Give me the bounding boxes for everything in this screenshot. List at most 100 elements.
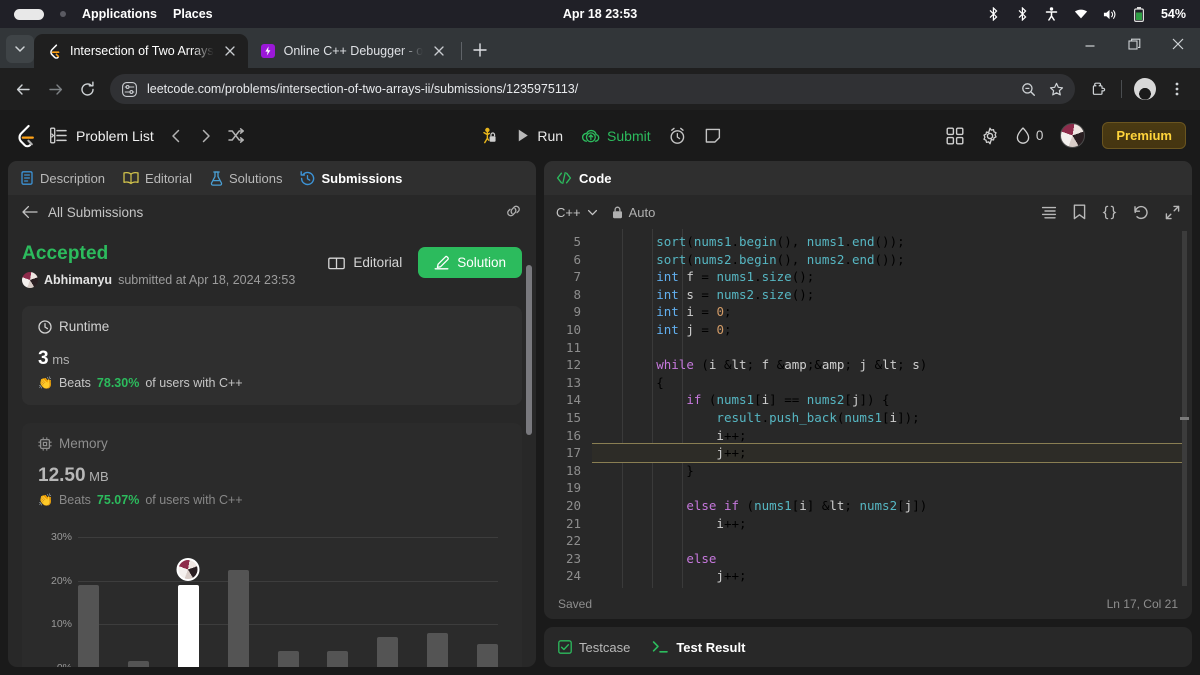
chart-bar[interactable]: [277, 650, 299, 667]
code-line[interactable]: int j = 0;: [592, 321, 1192, 339]
code-line[interactable]: }: [592, 462, 1192, 480]
tab-solutions[interactable]: Solutions: [210, 171, 282, 186]
code-editor[interactable]: 5 6 78 910 11 1213 1415 16 1718 1920 21 2223 2425 so…: [544, 229, 1192, 588]
coins-indicator[interactable]: 0: [1016, 127, 1043, 144]
chevron-right-icon[interactable]: [198, 128, 214, 144]
code-scrollbar[interactable]: [1180, 231, 1189, 586]
code-line[interactable]: result.push_back(nums1[i]);: [592, 409, 1192, 427]
close-icon[interactable]: [222, 43, 238, 59]
leetcode-logo[interactable]: [14, 124, 36, 148]
problem-list-label[interactable]: Problem List: [76, 128, 154, 144]
code-line[interactable]: int s = nums2.size();: [592, 286, 1192, 304]
scrollbar-thumb[interactable]: [526, 265, 532, 435]
reset-icon[interactable]: [1133, 205, 1149, 220]
tab-description[interactable]: Description: [20, 171, 105, 186]
editorial-button[interactable]: Editorial: [328, 255, 402, 270]
submit-button[interactable]: Submit: [581, 128, 651, 144]
tab-editorial[interactable]: Editorial: [123, 171, 192, 186]
tab-test-result[interactable]: Test Result: [652, 640, 745, 655]
site-settings-icon[interactable]: [122, 81, 137, 97]
chart-bar[interactable]: [477, 643, 498, 667]
line-number: 5: [573, 234, 581, 249]
chart-bar[interactable]: [227, 569, 249, 667]
code-line[interactable]: while (i &lt; f &amp;&amp; j &lt; s): [592, 356, 1192, 374]
minimize-button[interactable]: [1068, 28, 1112, 60]
chart-bar[interactable]: [176, 558, 200, 667]
solution-button[interactable]: Solution: [418, 247, 522, 278]
editorial-label: Editorial: [353, 255, 403, 270]
bookmark-star-icon[interactable]: [1043, 76, 1069, 102]
browser-tab-debugger[interactable]: Online C++ Debugger - o: [248, 34, 458, 68]
user-avatar[interactable]: [1060, 123, 1086, 148]
list-icon[interactable]: [50, 127, 67, 144]
extensions-icon[interactable]: [1083, 74, 1113, 104]
chart-y-tick: 10%: [50, 618, 72, 631]
chart-bar[interactable]: [327, 650, 349, 667]
code-line[interactable]: sort(nums1.begin(), nums1.end());: [592, 233, 1192, 251]
bookmark-icon[interactable]: [1073, 204, 1086, 220]
code-line[interactable]: {: [592, 374, 1192, 392]
activities-pill-icon[interactable]: [14, 8, 44, 20]
expand-icon[interactable]: [1165, 205, 1180, 220]
tab-search-button[interactable]: [6, 35, 34, 63]
close-button[interactable]: [1156, 28, 1200, 60]
all-submissions-label[interactable]: All Submissions: [48, 205, 143, 220]
code-line[interactable]: else if (nums1[i] &lt; nums2[j]): [592, 497, 1192, 515]
applications-menu[interactable]: Applications: [82, 7, 157, 21]
code-line[interactable]: [592, 532, 1192, 550]
tab-testcase[interactable]: Testcase: [558, 640, 630, 655]
back-icon[interactable]: [8, 74, 38, 104]
chrome-menu-icon[interactable]: [1162, 74, 1192, 104]
language-selector[interactable]: C++: [556, 205, 598, 220]
code-text-area[interactable]: sort(nums1.begin(), nums1.end()); sort(n…: [592, 229, 1192, 588]
grid-apps-icon[interactable]: [946, 127, 964, 145]
chevron-left-icon[interactable]: [168, 128, 184, 144]
chart-bar[interactable]: [377, 637, 399, 667]
braces-icon[interactable]: [1102, 205, 1117, 220]
zoom-icon[interactable]: [1015, 76, 1041, 102]
profile-avatar[interactable]: [1130, 74, 1160, 104]
submission-detail-scroll[interactable]: Accepted Abhimanyu submitted at Apr 18, …: [8, 229, 536, 667]
timer-icon[interactable]: [669, 127, 687, 145]
browser-tab-leetcode[interactable]: Intersection of Two Arrays: [34, 34, 248, 68]
code-line[interactable]: i++;: [592, 427, 1192, 445]
premium-button[interactable]: Premium: [1102, 122, 1186, 149]
close-icon[interactable]: [431, 43, 447, 59]
code-line[interactable]: j++;: [592, 443, 1184, 463]
test-panel: Testcase Test Result: [544, 627, 1192, 667]
code-line[interactable]: [592, 339, 1192, 357]
run-button[interactable]: Run: [515, 128, 563, 144]
note-icon[interactable]: [705, 127, 722, 144]
shuffle-icon[interactable]: [228, 127, 245, 144]
forward-icon[interactable]: [40, 74, 70, 104]
code-line[interactable]: int i = 0;: [592, 303, 1192, 321]
workspace-dot-icon[interactable]: [60, 11, 66, 17]
code-line[interactable]: sort(nums2.begin(), nums2.end());: [592, 251, 1192, 269]
auto-indicator[interactable]: Auto: [612, 205, 655, 220]
gear-icon[interactable]: [981, 127, 999, 145]
code-line[interactable]: j++;: [592, 567, 1192, 585]
code-line[interactable]: int f = nums1.size();: [592, 268, 1192, 286]
back-arrow-icon[interactable]: [22, 205, 38, 219]
streak-icon[interactable]: [478, 126, 497, 145]
lock-icon: [612, 206, 623, 219]
chart-y-tick: 30%: [50, 531, 72, 543]
runtime-value: 3: [38, 348, 49, 369]
code-line[interactable]: [592, 479, 1192, 497]
format-icon[interactable]: [1041, 205, 1057, 220]
maximize-button[interactable]: [1112, 28, 1156, 60]
code-line[interactable]: i++;: [592, 515, 1192, 533]
code-line[interactable]: }: [592, 585, 1192, 588]
code-line[interactable]: if (nums1[i] == nums2[j]) {: [592, 391, 1192, 409]
chart-bar[interactable]: [427, 633, 449, 667]
new-tab-button[interactable]: [466, 36, 494, 64]
link-icon[interactable]: [505, 204, 522, 221]
chart-bar[interactable]: [78, 585, 99, 667]
tab-submissions[interactable]: Submissions: [300, 171, 402, 186]
reload-icon[interactable]: [72, 74, 102, 104]
chart-bar[interactable]: [127, 661, 149, 667]
code-line[interactable]: else: [592, 550, 1192, 568]
places-menu[interactable]: Places: [173, 7, 213, 21]
chart-y-tick: 20%: [50, 574, 72, 587]
address-bar[interactable]: leetcode.com/problems/intersection-of-tw…: [110, 74, 1075, 104]
